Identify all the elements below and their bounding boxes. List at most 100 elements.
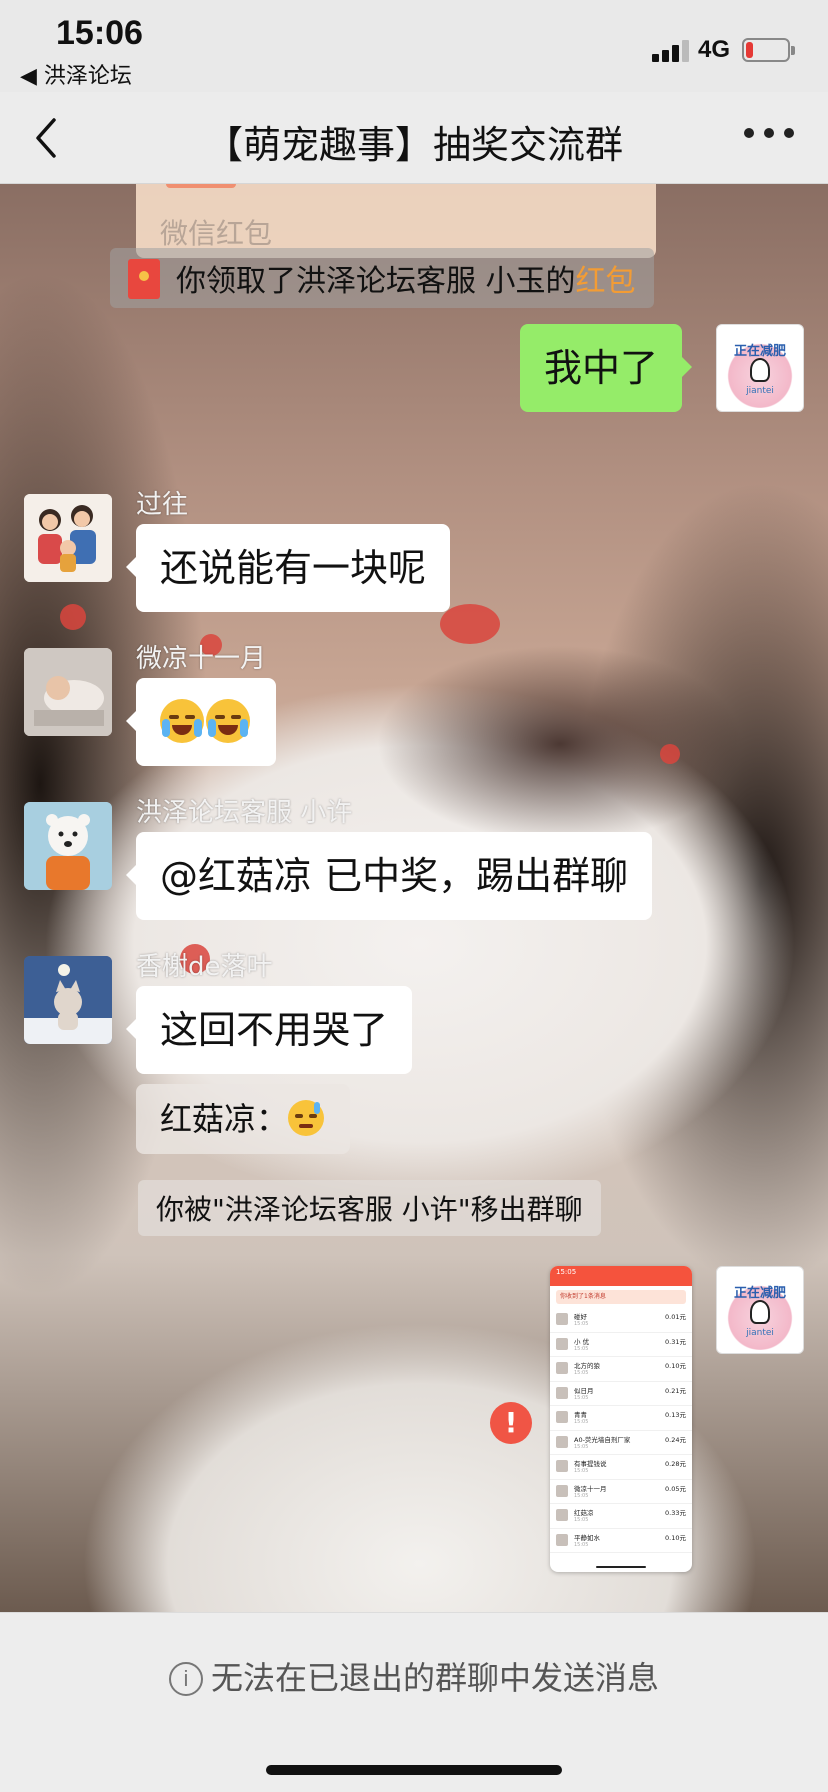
message-list[interactable]: 微信红包 你领取了洪泽论坛客服 小玉的红包 我中了 正在减肥 jiantei 过… xyxy=(0,184,828,1612)
self-message-bubble[interactable]: 我中了 xyxy=(520,324,693,412)
network-type: 4G xyxy=(698,36,731,63)
thumbnail-row: 北方的狼 15:05 0.10元 xyxy=(550,1357,692,1382)
red-packet-message[interactable]: 微信红包 xyxy=(136,184,656,258)
thumbnail-avatar xyxy=(556,1509,568,1521)
message-bubble[interactable]: @红菇凉 已中奖，踢出群聊 xyxy=(125,832,653,920)
bottom-bar: i 无法在已退出的群聊中发送消息 xyxy=(0,1612,828,1792)
crying-emoji-icon xyxy=(206,699,250,743)
sender-name: 洪泽论坛客服 小许 xyxy=(136,798,353,828)
thumbnail-row-time: 15:05 xyxy=(574,1345,589,1352)
thumbnail-row-value: 0.24元 xyxy=(665,1435,686,1444)
screenshot-thumbnail[interactable]: 15:05 你收到了1条消息 碰好 15:05 0.01元小 优 15:05 0.31元… xyxy=(550,1266,692,1572)
message-bubble[interactable] xyxy=(126,678,276,766)
thumbnail-row: 青青 15:05 0.13元 xyxy=(550,1406,692,1431)
message-text: @红菇凉 已中奖，踢出群聊 xyxy=(160,854,629,898)
red-packet-icon xyxy=(128,259,160,299)
message-bubble[interactable]: 还说能有一块呢 xyxy=(125,524,451,612)
thumbnail-avatar xyxy=(556,1386,568,1399)
thumbnail-row-name: A0-荧光墙自剂厂家 xyxy=(574,1435,631,1444)
thumbnail-row-name: 青青 xyxy=(574,1411,587,1419)
self-avatar-text-top: 正在减肥 xyxy=(733,1286,786,1301)
thumbnail-row-name: 碰好 xyxy=(574,1313,587,1321)
more-dots-icon[interactable] xyxy=(744,128,794,142)
thumbnail-header: 15:05 xyxy=(550,1266,692,1286)
thumbnail-avatar xyxy=(556,1362,568,1374)
thumbnail-row: A0-荧光墙自剂厂家 15:05 0.24元 xyxy=(550,1431,692,1455)
thumbnail-row-name: 微凉十一月 xyxy=(574,1484,607,1493)
thumbnail-row-name: 平静如水 xyxy=(574,1533,600,1542)
nav-bar: 【萌宠趣事】抽奖交流群 xyxy=(0,92,828,184)
red-packet-claimed-notice: 你领取了洪泽论坛客服 小玉的红包 xyxy=(110,248,654,308)
thumbnail-avatar xyxy=(556,1411,568,1423)
thumbnail-row: 碰好 15:05 0.01元 xyxy=(550,1308,692,1333)
thumbnail-row-time: 15:05 xyxy=(574,1321,589,1327)
status-bar: 15:06 ◀ 洪泽论坛 4G xyxy=(0,0,828,92)
chevron-left-icon[interactable] xyxy=(30,116,70,160)
send-failed-icon[interactable]: ! xyxy=(490,1402,532,1444)
thumbnail-home-indicator xyxy=(596,1566,646,1568)
thumbnail-row-value: 0.33元 xyxy=(665,1509,686,1517)
avatar-kefu-xiaoxu[interactable] xyxy=(24,802,112,890)
thumbnail-row-time: 15:05 xyxy=(574,1468,589,1474)
thumbnail-row-time: 15:05 xyxy=(574,1541,589,1548)
thumbnail-row-value: 0.13元 xyxy=(665,1411,686,1419)
thumbnail-row-time: 15:05 xyxy=(574,1394,589,1401)
thumbnail-row-time: 15:05 xyxy=(574,1370,589,1376)
girl-icon xyxy=(750,1300,770,1324)
self-avatar-logo: 正在减肥 jiantei xyxy=(720,328,800,408)
quoted-reply[interactable]: 红菇凉： xyxy=(136,1084,351,1154)
battery-icon xyxy=(742,38,795,62)
self-avatar[interactable]: 正在减肥 jiantei xyxy=(716,324,804,412)
sender-name: 过往 xyxy=(136,490,189,520)
avatar-weiliang[interactable] xyxy=(24,648,112,736)
sweat-emoji-icon xyxy=(288,1100,325,1136)
baby-photo-icon xyxy=(24,648,112,736)
claimed-notice-text: 你领取了洪泽论坛客服 小玉的 xyxy=(176,264,576,299)
thumbnail-avatar xyxy=(556,1337,568,1350)
message-text: 还说能有一块呢 xyxy=(160,546,427,590)
thumbnail-row-time: 15:05 xyxy=(574,1517,589,1523)
message-bubble[interactable]: 这回不用哭了 xyxy=(125,986,413,1074)
signal-icon xyxy=(652,40,692,62)
red-packet-link[interactable]: 红包 xyxy=(576,264,636,299)
home-indicator[interactable] xyxy=(266,1765,562,1775)
red-packet-label: 微信红包 xyxy=(160,217,273,250)
thumbnail-row-value: 0.31元 xyxy=(665,1337,686,1346)
status-time: 15:06 xyxy=(56,14,143,52)
self-avatar[interactable]: 正在减肥 jiantei xyxy=(716,1266,804,1354)
crying-emoji-icon xyxy=(160,699,204,743)
thumbnail-row-value: 0.28元 xyxy=(665,1460,686,1468)
thumbnail-row: 平静如水 15:05 0.10元 xyxy=(550,1529,692,1553)
thumbnail-row-name: 北方的狼 xyxy=(574,1362,600,1370)
thumbnail-row: 微凉十一月 15:05 0.05元 xyxy=(550,1480,692,1504)
girl-icon xyxy=(750,358,770,382)
self-avatar-text-top: 正在减肥 xyxy=(733,344,786,359)
self-avatar-text-bottom: jiantei xyxy=(746,386,774,396)
thumbnail-avatar xyxy=(556,1435,568,1448)
red-packet-bar xyxy=(166,184,236,188)
avatar-guowang[interactable] xyxy=(24,494,112,582)
thumbnail-avatar xyxy=(556,1533,568,1546)
thumbnail-row-time: 15:05 xyxy=(574,1492,589,1499)
cannot-send-text: 无法在已退出的群聊中发送消息 xyxy=(210,1659,659,1697)
thumbnail-row-name: 小 优 xyxy=(574,1337,590,1346)
quoted-reply-text: 红菇凉： xyxy=(160,1100,289,1138)
cannot-send-notice: i 无法在已退出的群聊中发送消息 xyxy=(0,1653,828,1699)
removed-from-group-notice: 你被"洪泽论坛客服 小许"移出群聊 xyxy=(138,1180,601,1236)
thumbnail-row-value: 0.01元 xyxy=(665,1313,686,1321)
back-to-app-link[interactable]: ◀ 洪泽论坛 xyxy=(20,58,132,90)
thumbnail-row: 红菇凉 15:05 0.33元 xyxy=(550,1504,692,1529)
thumbnail-list: 碰好 15:05 0.01元小 优 15:05 0.31元 北方的狼 15:05 0.10元似… xyxy=(550,1308,692,1553)
thumbnail-row-name: 有事提钱说 xyxy=(574,1460,607,1468)
thumbnail-avatar xyxy=(556,1460,568,1472)
thumbnail-time: 15:05 xyxy=(556,1268,577,1276)
thumbnail-avatar xyxy=(556,1484,568,1497)
avatar-xiangxie[interactable] xyxy=(24,956,112,1044)
self-message-text: 我中了 xyxy=(544,346,659,390)
battery-level xyxy=(746,42,753,58)
thumbnail-row: 有事提钱说 15:05 0.28元 xyxy=(550,1455,692,1480)
thumbnail-row: 似日月 15:05 0.21元 xyxy=(550,1382,692,1406)
sender-name: 香榭de落叶 xyxy=(136,952,273,982)
family-cartoon-icon xyxy=(24,494,112,582)
cat-photo-icon xyxy=(24,956,112,1044)
